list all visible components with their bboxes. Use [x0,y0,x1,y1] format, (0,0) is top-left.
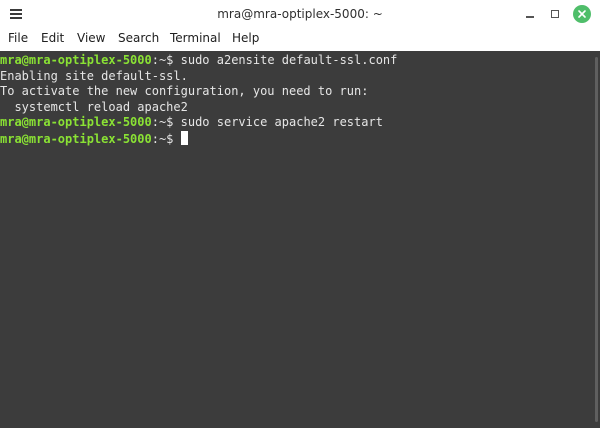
output-line: To activate the new configuration, you n… [0,84,369,98]
command-line: mra@mra-optiplex-5000:~$ sudo a2ensite d… [0,53,586,69]
close-button[interactable] [572,4,592,24]
command-line: mra@mra-optiplex-5000:~$ sudo service ap… [0,115,586,131]
command-text: sudo a2ensite default-ssl.conf [180,53,398,67]
scrollbar-thumb[interactable] [595,57,598,422]
menu-view[interactable]: View [77,28,105,51]
scrollbar[interactable] [586,51,600,428]
menu-edit[interactable]: Edit [41,28,64,51]
command-text: sudo service apache2 restart [180,115,383,129]
output-line: systemctl reload apache2 [0,99,188,114]
menu-file[interactable]: File [8,28,28,51]
maximize-icon [551,10,559,18]
terminal-window: mra@mra-optiplex-5000: ~ File Edit View … [0,0,600,428]
menu-bar: File Edit View Search Terminal Help [0,28,600,51]
output-line: Enabling site default-ssl. [0,68,188,83]
menu-terminal[interactable]: Terminal [170,28,221,51]
command-line: mra@mra-optiplex-5000:~$ [0,130,586,147]
menu-search[interactable]: Search [118,28,159,51]
prompt-user-host: mra@mra-optiplex-5000 [0,131,152,146]
menu-help[interactable]: Help [232,28,259,51]
terminal-output[interactable]: mra@mra-optiplex-5000:~$ sudo a2ensite d… [0,51,586,428]
title-bar: mra@mra-optiplex-5000: ~ [0,0,600,28]
prompt-user-host: mra@mra-optiplex-5000 [0,115,152,129]
close-icon [573,5,591,23]
text-cursor [180,130,188,145]
prompt-suffix: :~$ [151,53,181,67]
prompt-user-host: mra@mra-optiplex-5000 [0,53,152,67]
minimize-icon [526,16,534,18]
minimize-button[interactable] [520,4,540,24]
maximize-button[interactable] [545,4,565,24]
window-title: mra@mra-optiplex-5000: ~ [217,7,383,21]
prompt-suffix: :~$ [151,115,181,129]
prompt-suffix: :~$ [151,131,181,146]
